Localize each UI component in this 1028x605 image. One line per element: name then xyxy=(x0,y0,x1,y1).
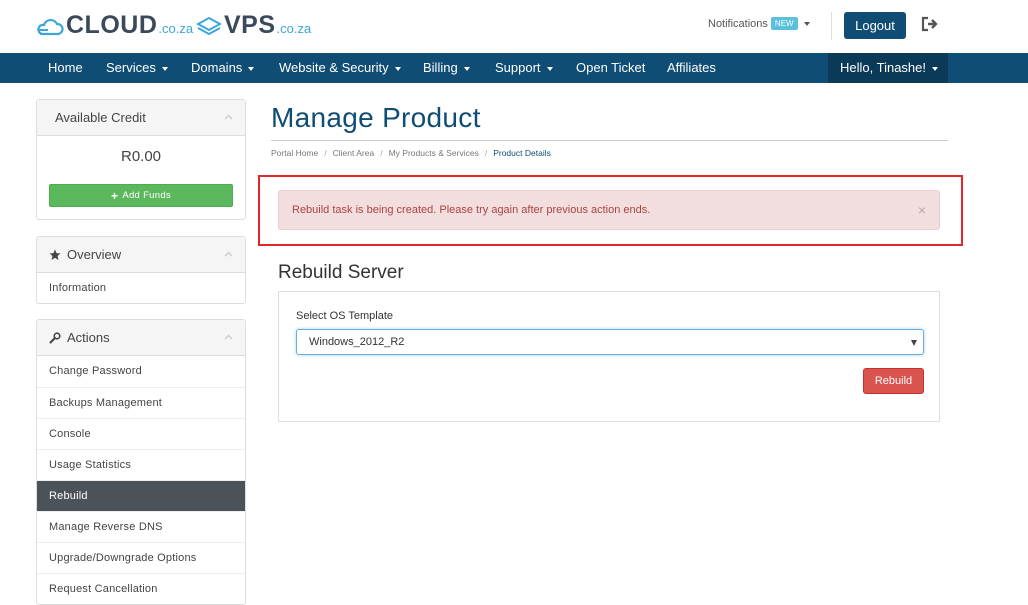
sidebar-item-manage-reverse-dns[interactable]: Manage Reverse DNS xyxy=(37,511,245,542)
sidebar-item-backups-management[interactable]: Backups Management xyxy=(37,387,245,418)
overview-panel-title: Overview xyxy=(67,247,122,262)
nav-website-security[interactable]: Website & Security xyxy=(279,53,401,83)
breadcrumb-separator: / xyxy=(484,148,488,158)
breadcrumb: Portal Home / Client Area / My Products & Se… xyxy=(271,148,551,158)
overview-links: Information xyxy=(37,273,245,304)
chevron-down-icon xyxy=(463,66,470,71)
sidebar-item-change-password[interactable]: Change Password xyxy=(37,356,245,387)
cloud-logo-icon xyxy=(37,18,64,36)
wrench-icon xyxy=(49,331,61,343)
sidebar-item-rebuild[interactable]: Rebuild xyxy=(37,480,245,511)
nav-open-ticket[interactable]: Open Ticket xyxy=(576,53,645,83)
nav-billing-label: Billing xyxy=(423,60,458,75)
sidebar-item-usage-statistics[interactable]: Usage Statistics xyxy=(37,449,245,480)
breadcrumb-separator: / xyxy=(380,148,383,158)
star-icon xyxy=(49,249,61,260)
header-divider xyxy=(831,12,832,40)
overview-panel-header[interactable]: Overview xyxy=(37,237,245,273)
os-template-value: Windows_2012_R2 xyxy=(309,336,405,348)
chevron-up-icon[interactable] xyxy=(224,250,233,259)
os-template-select[interactable]: Windows_2012_R2 xyxy=(296,329,924,355)
credit-amount: R0.00 xyxy=(120,147,162,165)
chevron-down-icon xyxy=(248,66,255,71)
actions-panel-header[interactable]: Actions xyxy=(37,320,245,356)
nav-website-security-label: Website & Security xyxy=(279,60,389,75)
add-funds-label: Add Funds xyxy=(122,190,171,201)
add-funds-button[interactable]: + Add Funds xyxy=(49,184,233,207)
nav-affiliates[interactable]: Affiliates xyxy=(667,53,716,83)
notifications-label: Notifications xyxy=(708,17,768,30)
breadcrumb-client-area[interactable]: Client Area xyxy=(333,148,375,158)
chevron-down-icon xyxy=(394,66,401,71)
alert-message: Rebuild task is being created. Please tr… xyxy=(292,204,651,216)
nav-support[interactable]: Support xyxy=(495,53,553,83)
credit-panel-title: Available Credit xyxy=(55,110,146,125)
nav-domains[interactable]: Domains xyxy=(191,53,255,83)
actions-panel-title: Actions xyxy=(67,330,110,345)
credit-panel: Available Credit R0.00 + Add Funds xyxy=(36,99,246,220)
chevron-up-icon[interactable] xyxy=(224,113,233,122)
error-alert: Rebuild task is being created. Please tr… xyxy=(278,190,940,230)
actions-panel: Actions Change Password Backups Manageme… xyxy=(36,319,246,605)
plus-icon: + xyxy=(111,188,119,203)
cloud-logo-suffix: .co.za xyxy=(158,21,194,36)
breadcrumb-current: Product Details xyxy=(493,148,551,158)
close-icon[interactable]: × xyxy=(918,203,926,217)
vps-logo-name: VPS xyxy=(224,11,276,39)
nav-affiliates-label: Affiliates xyxy=(667,60,716,75)
vps-logo-suffix: .co.za xyxy=(276,21,312,36)
rebuild-button[interactable]: Rebuild xyxy=(863,368,924,394)
rebuild-form-panel: Select OS Template Windows_2012_R2 Rebui… xyxy=(278,291,940,422)
vps-logo[interactable]: VPS .co.za xyxy=(196,12,311,38)
nav-domains-label: Domains xyxy=(191,60,243,75)
sidebar-item-information[interactable]: Information xyxy=(37,273,245,304)
breadcrumb-portal-home[interactable]: Portal Home xyxy=(271,148,318,158)
user-menu[interactable]: Hello, Tinashe! xyxy=(828,53,948,83)
nav-billing[interactable]: Billing xyxy=(423,53,470,83)
chevron-down-icon xyxy=(803,21,810,26)
notifications-dropdown[interactable]: Notifications NEW xyxy=(708,17,810,30)
site-header: CLOUD .co.za VPS .co.za Notifications NE… xyxy=(0,0,1028,53)
breadcrumb-separator: / xyxy=(324,148,327,158)
title-divider xyxy=(271,140,948,141)
logout-button[interactable]: Logout xyxy=(844,12,906,39)
vps-logo-icon xyxy=(196,16,222,36)
nav-home-label: Home xyxy=(48,60,83,75)
os-template-label: Select OS Template xyxy=(296,310,394,322)
nav-services[interactable]: Services xyxy=(106,53,168,83)
sidebar-item-request-cancellation[interactable]: Request Cancellation xyxy=(37,573,245,604)
page-title: Manage Product xyxy=(271,102,481,133)
nav-home[interactable]: Home xyxy=(48,53,83,83)
cloud-logo-name: CLOUD xyxy=(66,11,158,39)
section-title: Rebuild Server xyxy=(278,262,404,283)
sidebar-item-console[interactable]: Console xyxy=(37,418,245,449)
nav-services-label: Services xyxy=(106,60,156,75)
chevron-up-icon[interactable] xyxy=(224,333,233,342)
credit-panel-header[interactable]: Available Credit xyxy=(37,100,245,136)
sidebar-item-upgrade-downgrade[interactable]: Upgrade/Downgrade Options xyxy=(37,542,245,573)
breadcrumb-my-products[interactable]: My Products & Services xyxy=(389,148,479,158)
actions-links: Change Password Backups Management Conso… xyxy=(37,356,245,604)
user-greeting: Hello, Tinashe! xyxy=(840,60,926,75)
chevron-down-icon xyxy=(546,66,553,71)
dropdown-arrow-icon xyxy=(911,340,917,346)
nav-support-label: Support xyxy=(495,60,541,75)
chevron-down-icon xyxy=(161,66,168,71)
overview-panel: Overview Information xyxy=(36,236,246,304)
nav-open-ticket-label: Open Ticket xyxy=(576,60,646,75)
main-nav: Home Services Domains Website & Security… xyxy=(0,53,1028,83)
notifications-badge: NEW xyxy=(770,17,798,30)
sign-out-icon[interactable] xyxy=(921,16,939,32)
cloud-logo[interactable]: CLOUD .co.za xyxy=(36,12,193,38)
chevron-down-icon xyxy=(932,66,938,71)
